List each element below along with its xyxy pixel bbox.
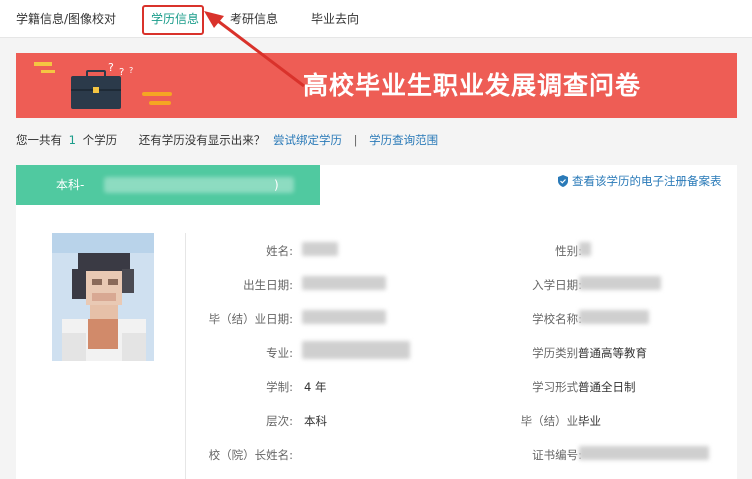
red-arrow-annotation <box>204 11 305 88</box>
school-name-label: 学校名称: <box>532 312 582 326</box>
birth-date-label: 出生日期: <box>243 278 293 292</box>
level-value: 本科 <box>304 414 327 428</box>
education-category-label: 学历类别: <box>532 346 582 360</box>
svg-text:?: ? <box>108 61 114 74</box>
gender-label: 性别: <box>555 244 582 258</box>
duration-label: 学制: <box>266 380 293 394</box>
banner-title: 高校毕业生职业发展调查问卷 <box>303 71 642 100</box>
graduation-date-value-redacted <box>302 310 386 324</box>
count-suffix: 个学历 <box>82 133 118 147</box>
degree-tab-suffix: ) <box>274 178 279 192</box>
school-name-value-redacted <box>579 310 649 324</box>
gender-value-redacted <box>579 242 591 256</box>
briefcase-illustration: ? ? ? <box>34 61 172 109</box>
query-scope-link[interactable]: 学历查询范围 <box>369 132 438 148</box>
redacted-school-name <box>104 177 294 193</box>
education-record-card: 本科- ) 查看该学历的电子注册备案表 姓名: 出生日期: 毕（结）业日期: 专… <box>16 165 737 479</box>
svg-text:?: ? <box>129 66 133 75</box>
birth-date-value-redacted <box>302 276 386 290</box>
tab-enrollment-info[interactable]: 学籍信息/图像校对 <box>16 0 116 38</box>
filing-link-label: 查看该学历的电子注册备案表 <box>572 174 722 188</box>
enrollment-date-label: 入学日期: <box>532 278 582 292</box>
education-category-value: 普通高等教育 <box>578 346 647 360</box>
president-name-label: 校（院）长姓名: <box>208 448 293 462</box>
bind-education-link[interactable]: 尝试绑定学历 <box>273 132 342 148</box>
separator: | <box>353 133 358 147</box>
degree-tab-label: 本科- <box>56 178 85 192</box>
duration-value: 4 年 <box>304 380 327 394</box>
record-count: 1 <box>68 133 76 147</box>
certificate-number-value-redacted <box>579 446 709 460</box>
name-value-redacted <box>302 242 338 256</box>
level-label: 层次: <box>266 414 293 428</box>
vertical-divider <box>185 233 186 479</box>
pixelated-portrait <box>52 233 154 361</box>
count-prefix: 您一共有 <box>16 133 62 147</box>
registration-filing-link[interactable]: 查看该学历的电子注册备案表 <box>558 173 722 189</box>
active-tab-highlight <box>142 5 204 35</box>
enrollment-date-value-redacted <box>579 276 661 290</box>
survey-banner[interactable]: ? ? ? 高校毕业生职业发展调查问卷 <box>16 53 737 118</box>
missing-question: 还有学历没有显示出来？ <box>138 133 266 147</box>
shield-icon <box>558 175 568 187</box>
name-label: 姓名: <box>266 244 293 258</box>
summary-line: 您一共有 1 个学历 还有学历没有显示出来？ 尝试绑定学历 | 学历查询范围 <box>16 132 438 148</box>
certificate-number-label: 证书编号: <box>532 448 582 462</box>
student-photo <box>52 233 154 361</box>
study-form-value: 普通全日制 <box>578 380 636 394</box>
completion-status-value: 毕业 <box>578 414 601 428</box>
graduation-date-label: 毕（结）业日期: <box>208 312 293 326</box>
major-value-redacted <box>302 341 410 359</box>
major-label: 专业: <box>266 346 293 360</box>
top-nav: 学籍信息/图像校对 学历信息 考研信息 毕业去向 <box>0 0 752 38</box>
study-form-label: 学习形式: <box>532 380 582 394</box>
completion-status-label: 毕（结）业: <box>520 414 582 428</box>
